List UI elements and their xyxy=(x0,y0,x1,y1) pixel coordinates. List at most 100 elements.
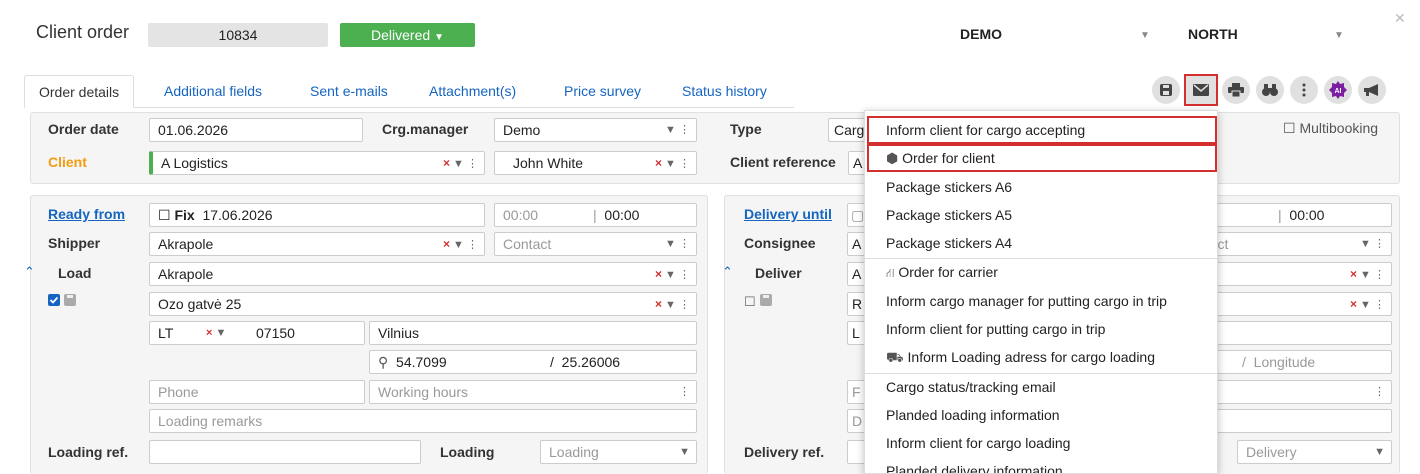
envelope-icon xyxy=(1193,84,1209,96)
order-date-label: Order date xyxy=(48,121,119,137)
deliver-checkbox[interactable]: ☐ xyxy=(744,294,756,310)
menu-item-package-stickers-a4[interactable]: Package stickers A4 xyxy=(865,229,1217,257)
menu-item-inform-client-cargo-accepting[interactable]: Inform client for cargo accepting xyxy=(867,116,1217,144)
contact-value: John White xyxy=(513,155,584,171)
load-label: Load xyxy=(58,265,92,281)
tab-price-survey[interactable]: Price survey xyxy=(564,75,641,108)
deliver-select-controls[interactable]: × ▼ ⋮ xyxy=(1190,262,1392,286)
menu-item-inform-client-putting-cargo[interactable]: Inform client for putting cargo in trip xyxy=(865,315,1217,343)
status-dropdown[interactable]: Delivered ▼ xyxy=(340,23,475,47)
loading-remarks-input[interactable]: Loading remarks xyxy=(149,409,697,433)
phone-input[interactable]: Phone xyxy=(149,380,365,404)
save-address-icon[interactable] xyxy=(64,294,76,306)
select-controls-icon: × ▼ ⋮ xyxy=(654,267,690,281)
multibooking-label: Multibooking xyxy=(1299,120,1379,136)
shipper-label: Shipper xyxy=(48,235,101,251)
region-label: NORTH xyxy=(1188,26,1238,42)
consignee-contact-select[interactable]: ntact▼ ⋮ xyxy=(1190,232,1392,256)
loading-dock-icon: ⛟ xyxy=(886,349,904,365)
binoculars-button[interactable] xyxy=(1256,76,1284,104)
location-pin-icon: ⚲ xyxy=(378,354,389,370)
multibooking-checkbox[interactable]: ☐ Multibooking xyxy=(1283,120,1378,137)
loading-type-select[interactable]: Loading ▼ xyxy=(540,440,697,464)
email-dropdown-menu: Inform client for cargo accepting ⬢ Orde… xyxy=(864,110,1218,474)
client-select[interactable]: A Logistics × ▼ ⋮ xyxy=(149,151,485,175)
region-chevron-icon[interactable]: ▼ xyxy=(1334,30,1344,41)
email-button[interactable] xyxy=(1184,74,1218,106)
tab-sent-emails[interactable]: Sent e-mails xyxy=(310,75,388,108)
contact-select[interactable]: John White × ▼ ⋮ xyxy=(494,151,697,175)
deliver-remarks-input-right[interactable] xyxy=(1190,409,1392,433)
status-label: Delivered xyxy=(371,27,431,43)
menu-item-planned-delivery-info[interactable]: Planded delivery information xyxy=(865,457,1217,473)
load-select[interactable]: Akrapole × ▼ ⋮ xyxy=(149,262,697,286)
tab-additional-fields[interactable]: Additional fields xyxy=(164,75,262,108)
select-controls-icon: ▼ ⋮ xyxy=(665,124,690,136)
select-controls-icon: ▼ ⋮ xyxy=(1360,238,1385,250)
region-select[interactable]: NORTH xyxy=(1188,26,1238,42)
menu-item-package-stickers-a6[interactable]: Package stickers A6 xyxy=(865,173,1217,201)
more-button[interactable] xyxy=(1290,76,1318,104)
select-controls-icon: × ▼ ⋮ xyxy=(1349,267,1385,281)
order-date-input[interactable]: 01.06.2026 xyxy=(149,118,363,142)
menu-item-order-for-carrier[interactable]: ⛙ Order for carrier xyxy=(865,258,1217,286)
delivery-until-link[interactable]: Delivery until xyxy=(744,206,832,222)
loading-ref-input[interactable] xyxy=(149,440,421,464)
collapse-deliver-icon[interactable]: ⌃ xyxy=(722,264,733,280)
city-input[interactable]: Vilnius xyxy=(369,321,697,345)
menu-item-inform-loading-address[interactable]: ⛟ Inform Loading adress for cargo loadin… xyxy=(865,343,1217,371)
deliver-coordinates-input[interactable]: / Longitude xyxy=(1190,350,1392,374)
menu-item-planned-loading-info[interactable]: Planded loading information xyxy=(865,401,1217,429)
vertical-dots-icon xyxy=(1302,83,1306,97)
type-select[interactable]: Carg xyxy=(828,118,868,142)
select-controls-icon: × ▼ ⋮ xyxy=(654,156,690,170)
crg-manager-select[interactable]: Demo ▼ ⋮ xyxy=(494,118,697,142)
consignee-label: Consignee xyxy=(744,235,816,251)
fix-checkbox[interactable]: ☐ Fix xyxy=(158,207,195,223)
save-icon xyxy=(1160,84,1172,96)
print-button[interactable] xyxy=(1222,76,1250,104)
menu-item-package-stickers-a5[interactable]: Package stickers A5 xyxy=(865,201,1217,229)
package-icon: ⬢ xyxy=(886,150,899,166)
delivery-time[interactable]: 00| 00:00 xyxy=(1190,203,1392,227)
crg-manager-label: Crg.manager xyxy=(382,121,469,137)
close-icon[interactable]: ✕ xyxy=(1394,10,1406,27)
ready-from-time[interactable]: 00:00 | 00:00 xyxy=(494,203,697,227)
country-postcode-input[interactable]: LT × ▼ 07150 xyxy=(149,321,365,345)
menu-item-order-for-client[interactable]: ⬢ Order for client xyxy=(867,144,1217,172)
menu-item-inform-cargo-manager[interactable]: Inform cargo manager for putting cargo i… xyxy=(865,287,1217,315)
checkbox-icon: ☐ xyxy=(1283,120,1296,136)
collapse-load-icon[interactable]: ⌃ xyxy=(24,264,35,280)
coordinates-input[interactable]: ⚲ 54.7099/ 25.26006 xyxy=(369,350,697,374)
menu-item-inform-client-cargo-loading[interactable]: Inform client for cargo loading xyxy=(865,429,1217,457)
company-chevron-icon[interactable]: ▼ xyxy=(1140,30,1150,41)
save-button[interactable] xyxy=(1152,76,1180,104)
checked-box-icon xyxy=(48,294,60,306)
delivery-ref-label: Delivery ref. xyxy=(744,444,825,460)
load-address-input[interactable]: Ozo gatvė 25 × ▼ ⋮ xyxy=(149,292,697,316)
shipper-contact-select[interactable]: Contact ▼ ⋮ xyxy=(494,232,697,256)
ready-from-date[interactable]: ☐ Fix 17.06.2026 xyxy=(149,203,485,227)
ready-from-link[interactable]: Ready from xyxy=(48,206,125,222)
company-select[interactable]: DEMO xyxy=(960,26,1002,42)
select-controls-icon: × ▼ ⋮ xyxy=(654,297,690,311)
ai-button[interactable]: AI xyxy=(1324,76,1352,104)
shipper-select[interactable]: Akrapole × ▼ ⋮ xyxy=(149,232,485,256)
megaphone-button[interactable] xyxy=(1358,76,1386,104)
deliver-city-input-right[interactable] xyxy=(1190,321,1392,345)
select-controls-icon: ▼ ⋮ xyxy=(665,238,690,250)
tab-attachments[interactable]: Attachment(s) xyxy=(429,75,516,108)
tab-order-details[interactable]: Order details xyxy=(24,75,135,108)
delivery-type-select[interactable]: Delivery ▼ xyxy=(1237,440,1392,464)
save-address-icon[interactable] xyxy=(760,294,772,306)
menu-item-cargo-status-tracking[interactable]: Cargo status/tracking email xyxy=(865,373,1217,401)
deliver-address-controls[interactable]: × ▼ ⋮ xyxy=(1190,292,1392,316)
client-label: Client xyxy=(48,154,87,170)
deliver-hours-input[interactable]: ⋮ xyxy=(1190,380,1392,404)
select-controls-icon: × ▼ ⋮ xyxy=(442,156,478,170)
load-checkbox[interactable] xyxy=(48,294,60,306)
tab-status-history[interactable]: Status history xyxy=(682,75,767,108)
working-hours-input[interactable]: Working hours ⋮ xyxy=(369,380,697,404)
client-value: A Logistics xyxy=(161,155,228,171)
vertical-dots-icon: ⋮ xyxy=(1374,386,1385,398)
